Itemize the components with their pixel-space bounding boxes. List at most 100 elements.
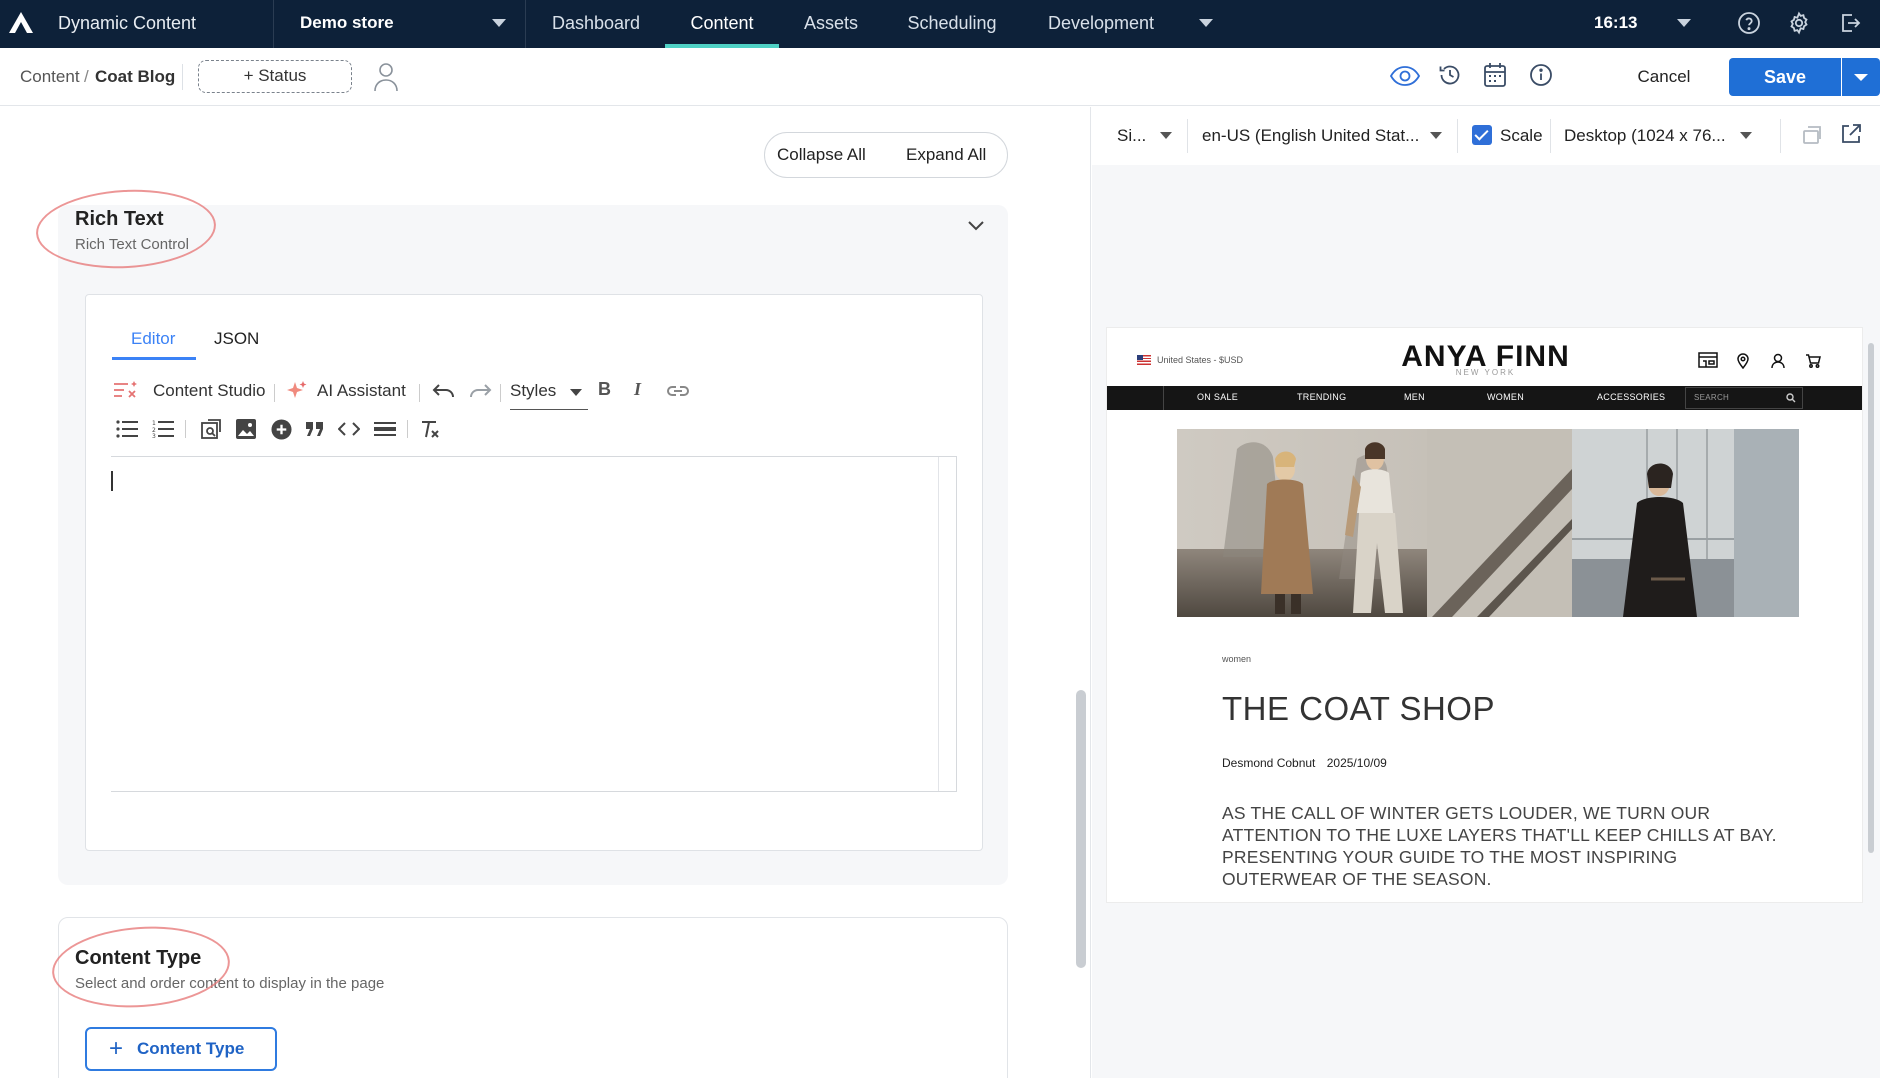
add-circle-icon[interactable] — [271, 419, 292, 440]
app-name: Dynamic Content — [58, 13, 197, 33]
site-article-title: THE COAT SHOP — [1222, 690, 1495, 727]
breadcrumb-content[interactable]: Content — [20, 67, 80, 87]
save-button[interactable]: Save — [1729, 58, 1841, 96]
horizontal-rule-icon[interactable] — [374, 422, 396, 436]
text-cursor — [111, 471, 113, 491]
nav-content[interactable]: Content — [665, 0, 779, 48]
scale-checkbox[interactable] — [1472, 125, 1492, 145]
collapse-all-button[interactable]: Collapse All — [777, 145, 866, 165]
logout-icon[interactable] — [1838, 11, 1862, 35]
styles-dropdown[interactable]: Styles — [510, 381, 556, 401]
content-studio-button[interactable]: Content Studio — [153, 381, 265, 401]
nav-scheduling[interactable]: Scheduling — [891, 0, 1013, 48]
site-nav-divider — [1163, 386, 1164, 410]
tab-editor[interactable]: Editor — [131, 329, 175, 349]
header-divider — [182, 64, 183, 90]
site-nav-men: MEN — [1404, 392, 1425, 402]
content-form-panel: Collapse All Expand All Rich Text Rich T… — [0, 107, 1072, 1078]
expand-all-button[interactable]: Expand All — [906, 145, 986, 165]
site-chevron-down-icon[interactable] — [1160, 132, 1172, 139]
image-icon[interactable] — [236, 419, 256, 439]
locale-selector[interactable]: en-US (English United Stat... — [1202, 126, 1419, 146]
breadcrumb-current: Coat Blog — [95, 67, 176, 86]
toolbar-divider — [1187, 119, 1188, 153]
content-link-icon[interactable] — [200, 418, 222, 440]
nav-assets[interactable]: Assets — [789, 0, 873, 48]
calendar-icon[interactable] — [1483, 62, 1507, 88]
quote-icon[interactable] — [306, 422, 324, 436]
eye-icon[interactable] — [1390, 65, 1420, 87]
toolbar-divider — [1457, 119, 1458, 153]
site-article-date: 2025/10/09 — [1326, 756, 1387, 770]
preview-scrollbar[interactable] — [1868, 343, 1874, 853]
site-article-intro: AS THE CALL OF WINTER GETS LOUDER, WE TU… — [1222, 803, 1777, 889]
toolbar-divider — [185, 420, 186, 438]
user-icon[interactable] — [373, 62, 399, 92]
plus-icon: + — [109, 1035, 124, 1062]
site-nav-women: WOMEN — [1487, 392, 1524, 402]
code-icon[interactable] — [338, 422, 360, 436]
link-icon[interactable] — [666, 384, 690, 398]
amplience-logo-icon[interactable] — [8, 11, 34, 35]
site-nav-trending: TRENDING — [1297, 392, 1347, 402]
site-nav-accessories: ACCESSORIES — [1597, 392, 1666, 402]
collapse-expand-group: Collapse All Expand All — [764, 132, 1008, 178]
device-selector[interactable]: Desktop (1024 x 76... — [1564, 126, 1726, 146]
ai-sparkle-icon[interactable] — [286, 380, 308, 402]
history-icon[interactable] — [1438, 63, 1462, 87]
save-options-chevron-down-icon[interactable] — [1842, 58, 1880, 96]
nav-divider — [525, 0, 526, 48]
italic-button[interactable]: I — [634, 379, 641, 400]
bullet-list-icon[interactable] — [116, 420, 138, 438]
clock-chevron-down-icon[interactable] — [1677, 19, 1691, 27]
styles-chevron-down-icon[interactable] — [570, 389, 582, 396]
info-icon[interactable] — [1529, 63, 1553, 87]
form-scrollbar[interactable] — [1076, 690, 1086, 968]
toolbar-divider — [274, 384, 275, 402]
bold-button[interactable]: B — [598, 379, 611, 400]
breadcrumb-separator: / — [84, 67, 89, 86]
site-nav-on-sale: ON SALE — [1197, 392, 1239, 402]
panel-divider[interactable] — [1090, 107, 1091, 1078]
store-chevron-down-icon[interactable] — [492, 19, 506, 27]
site-selector[interactable]: Si... — [1117, 126, 1146, 146]
add-status-button[interactable]: + Status — [198, 60, 352, 93]
nav-dashboard[interactable]: Dashboard — [535, 0, 657, 48]
store-selector[interactable]: Demo store — [300, 13, 394, 33]
active-tab-indicator — [112, 357, 196, 360]
help-icon[interactable] — [1737, 11, 1761, 35]
clear-formatting-icon[interactable] — [419, 419, 441, 439]
chevron-down-icon[interactable] — [966, 219, 986, 233]
add-content-type-button[interactable]: + Content Type — [85, 1027, 277, 1071]
editor-scrollbar[interactable] — [938, 457, 956, 791]
top-nav: Dynamic Content Demo store Dashboard Con… — [0, 0, 1880, 48]
site-article-author: Desmond Cobnut — [1222, 756, 1316, 770]
tab-json[interactable]: JSON — [214, 329, 259, 349]
redo-icon[interactable] — [468, 382, 492, 400]
nav-divider — [273, 0, 274, 48]
content-studio-icon[interactable] — [112, 379, 140, 403]
rich-text-content-area[interactable] — [111, 456, 957, 792]
site-nav-bar: ON SALE TRENDING MEN WOMEN ACCESSORIES S… — [1107, 386, 1862, 410]
cancel-button[interactable]: Cancel — [1620, 58, 1708, 96]
undo-icon[interactable] — [432, 382, 456, 400]
toolbar-divider — [419, 384, 420, 402]
gear-icon[interactable] — [1787, 11, 1811, 35]
sync-icon[interactable] — [1800, 123, 1824, 147]
add-content-type-label: Content Type — [137, 1039, 245, 1058]
svg-text:1: 1 — [152, 420, 156, 427]
store-icon — [1698, 352, 1718, 368]
site-search: SEARCH — [1685, 387, 1803, 409]
locale-chevron-down-icon[interactable] — [1430, 132, 1442, 139]
toolbar-divider — [1780, 119, 1781, 153]
development-chevron-down-icon[interactable] — [1199, 19, 1213, 27]
toolbar-divider — [500, 384, 501, 402]
site-search-icon — [1786, 393, 1796, 403]
clock: 16:13 — [1594, 13, 1638, 32]
open-external-icon[interactable] — [1840, 123, 1862, 145]
ai-assistant-button[interactable]: AI Assistant — [317, 381, 406, 401]
site-article-category: women — [1222, 654, 1252, 664]
nav-development[interactable]: Development — [1036, 0, 1166, 48]
device-chevron-down-icon[interactable] — [1740, 132, 1752, 139]
numbered-list-icon[interactable]: 123 — [152, 420, 174, 438]
